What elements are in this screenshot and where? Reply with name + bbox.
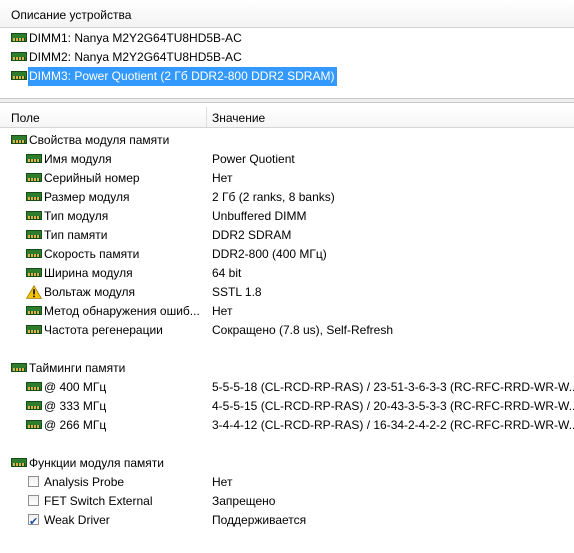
field-value: SSTL 1.8 [212, 285, 262, 299]
field-value: 5-5-5-18 (CL-RCD-RP-RAS) / 23-51-3-6-3-3… [212, 380, 574, 394]
field-value: Power Quotient [212, 152, 295, 166]
memory-module-icon [26, 154, 42, 163]
memory-module-icon [11, 135, 27, 144]
memory-module-icon [26, 325, 42, 334]
field-label: Analysis Probe [44, 475, 125, 489]
memory-module-icon [26, 230, 42, 239]
row-spacer [0, 435, 574, 454]
field-value: DDR2 SDRAM [212, 228, 292, 242]
field-value: Сокращено (7.8 us), Self-Refresh [212, 323, 394, 337]
field-label: Скорость памяти [44, 247, 140, 261]
field-label: Тип модуля [44, 209, 109, 223]
table-row[interactable]: Тип модуля Unbuffered DIMM [0, 207, 574, 226]
table-row[interactable]: Серийный номер Нет [0, 169, 574, 188]
field-label: Частота регенерации [44, 323, 163, 337]
table-row[interactable]: Частота регенерации Сокращено (7.8 us), … [0, 321, 574, 340]
section-title: Тайминги памяти [29, 361, 126, 375]
field-label: Тип памяти [44, 228, 108, 242]
memory-module-icon [11, 33, 27, 42]
field-value: Поддерживается [212, 513, 307, 527]
field-label: FET Switch External [44, 494, 153, 508]
memory-module-icon [26, 268, 42, 277]
section-header-properties[interactable]: Свойства модуля памяти [0, 131, 574, 150]
field-label: Серийный номер [44, 171, 140, 185]
section-header-features[interactable]: Функции модуля памяти [0, 454, 574, 473]
table-row[interactable]: Размер модуля 2 Гб (2 ranks, 8 banks) [0, 188, 574, 207]
field-label: Размер модуля [44, 190, 130, 204]
field-value: 64 bit [212, 266, 242, 280]
device-item-label: DIMM1: Nanya M2Y2G64TU8HD5B-AC [29, 31, 242, 45]
field-value: 2 Гб (2 ranks, 8 banks) [212, 190, 335, 204]
field-label: Вольтаж модуля [44, 285, 136, 299]
table-row[interactable]: Вольтаж модуля SSTL 1.8 [0, 283, 574, 302]
fet-switch-external-checkbox[interactable] [28, 495, 39, 506]
memory-module-icon [11, 52, 27, 61]
analysis-probe-checkbox[interactable] [28, 476, 39, 487]
memory-module-icon [11, 71, 27, 80]
memory-module-icon [11, 363, 27, 372]
device-item-label: DIMM2: Nanya M2Y2G64TU8HD5B-AC [29, 50, 242, 64]
field-label: @ 333 МГц [44, 399, 107, 413]
device-item-dimm1[interactable]: DIMM1: Nanya M2Y2G64TU8HD5B-AC [0, 29, 574, 48]
device-item-dimm2[interactable]: DIMM2: Nanya M2Y2G64TU8HD5B-AC [0, 48, 574, 67]
field-value: 4-5-5-15 (CL-RCD-RP-RAS) / 20-43-3-5-3-3… [212, 399, 574, 413]
warning-icon [26, 285, 42, 299]
table-row[interactable]: Метод обнаружения ошиб... Нет [0, 302, 574, 321]
table-row[interactable]: Имя модуля Power Quotient [0, 150, 574, 169]
table-row[interactable]: Analysis Probe Нет [0, 473, 574, 492]
field-value: 3-4-4-12 (CL-RCD-RP-RAS) / 16-34-2-4-2-2… [212, 418, 574, 432]
memory-module-icon [26, 211, 42, 220]
table-row[interactable]: Ширина модуля 64 bit [0, 264, 574, 283]
field-value: DDR2-800 (400 МГц) [212, 247, 327, 261]
section-title: Функции модуля памяти [29, 456, 164, 470]
table-row[interactable]: FET Switch External Запрещено [0, 492, 574, 511]
memory-module-icon [26, 249, 42, 258]
row-spacer [0, 340, 574, 359]
table-row[interactable]: @ 333 МГц 4-5-5-15 (CL-RCD-RP-RAS) / 20-… [0, 397, 574, 416]
field-value: Запрещено [212, 494, 276, 508]
column-header: Поле Значение [0, 107, 574, 128]
table-row[interactable]: Тип памяти DDR2 SDRAM [0, 226, 574, 245]
field-label: Имя модуля [44, 152, 112, 166]
device-description-header[interactable]: Описание устройства [0, 0, 574, 28]
section-header-timings[interactable]: Тайминги памяти [0, 359, 574, 378]
field-value: Нет [212, 171, 233, 185]
field-value: Unbuffered DIMM [212, 209, 307, 223]
memory-module-icon [26, 306, 42, 315]
section-title: Свойства модуля памяти [29, 133, 170, 147]
table-row[interactable]: @ 400 МГц 5-5-5-18 (CL-RCD-RP-RAS) / 23-… [0, 378, 574, 397]
memory-module-icon [26, 401, 42, 410]
weak-driver-checkbox[interactable] [28, 512, 39, 531]
table-row[interactable]: @ 266 МГц 3-4-4-12 (CL-RCD-RP-RAS) / 16-… [0, 416, 574, 435]
device-item-dimm3[interactable]: DIMM3: Power Quotient (2 Гб DDR2-800 DDR… [0, 67, 574, 86]
column-divider[interactable] [206, 107, 207, 127]
field-label: Ширина модуля [44, 266, 133, 280]
pane-splitter[interactable] [0, 98, 574, 103]
column-header-field[interactable]: Поле [11, 111, 40, 125]
field-value: Нет [212, 475, 233, 489]
field-label: @ 400 МГц [44, 380, 107, 394]
device-item-label: DIMM3: Power Quotient (2 Гб DDR2-800 DDR… [28, 67, 338, 86]
field-label: Метод обнаружения ошиб... [44, 304, 200, 318]
memory-module-icon [26, 382, 42, 391]
field-value: Нет [212, 304, 233, 318]
memory-module-icon [26, 420, 42, 429]
memory-module-icon [26, 173, 42, 182]
table-row[interactable]: Weak Driver Поддерживается [0, 511, 574, 531]
device-description-title: Описание устройства [11, 8, 132, 22]
properties-grid: Свойства модуля памяти Имя модуля Power … [0, 131, 574, 531]
field-label: Weak Driver [44, 513, 110, 527]
table-row[interactable]: Скорость памяти DDR2-800 (400 МГц) [0, 245, 574, 264]
column-header-value[interactable]: Значение [212, 111, 265, 125]
device-list: DIMM1: Nanya M2Y2G64TU8HD5B-AC DIMM2: Na… [0, 29, 574, 86]
field-label: @ 266 МГц [44, 418, 107, 432]
memory-module-icon [26, 192, 42, 201]
memory-module-icon [11, 458, 27, 467]
